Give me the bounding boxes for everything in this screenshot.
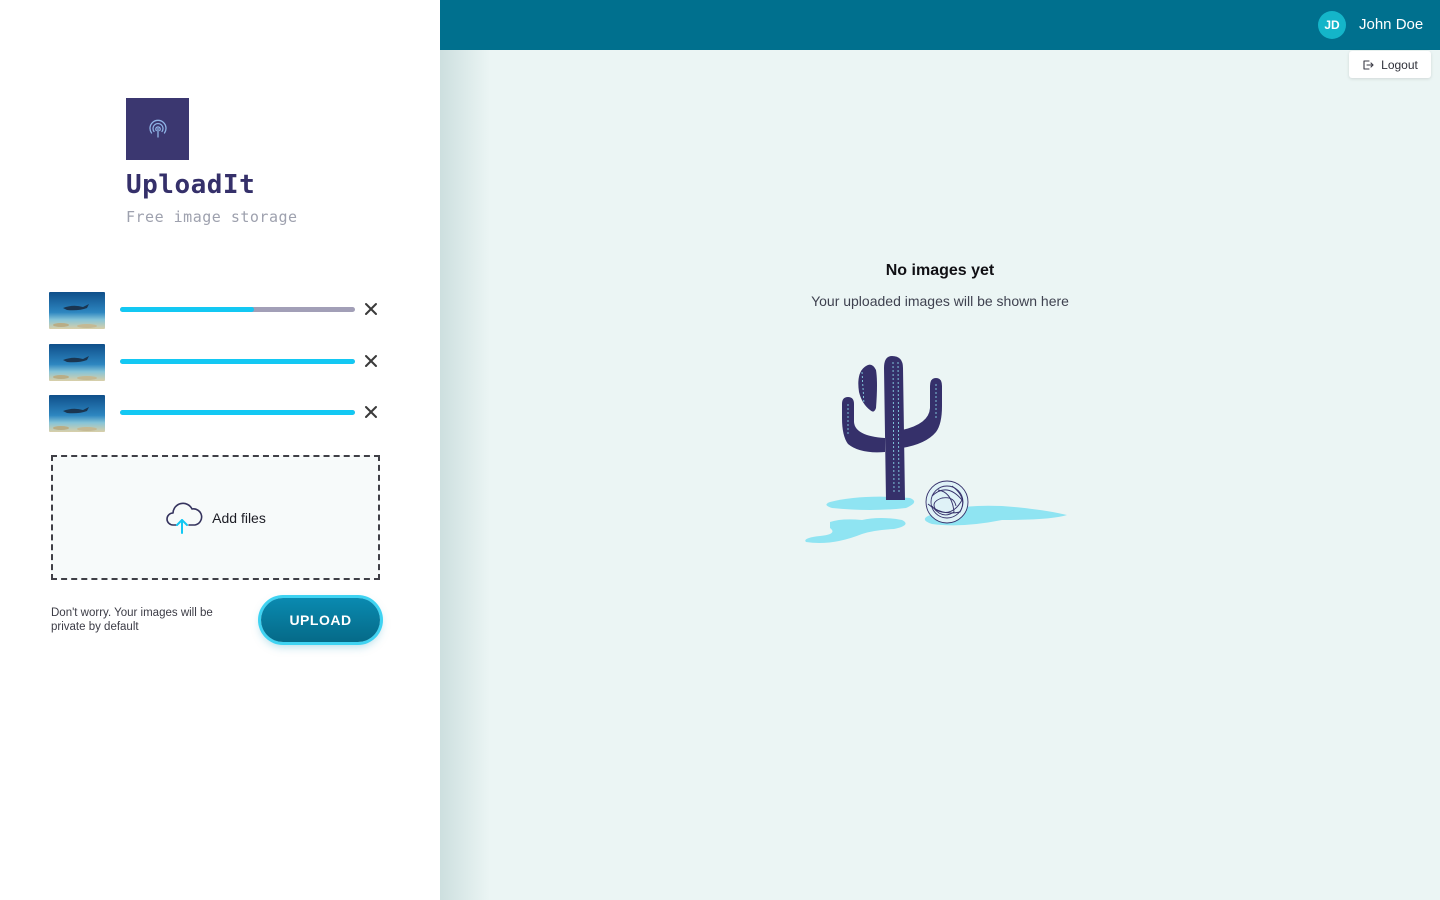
app-logo <box>126 98 189 160</box>
fingerprint-icon <box>148 119 167 138</box>
avatar[interactable]: JD <box>1318 11 1346 39</box>
logout-label: Logout <box>1381 57 1418 72</box>
file-dropzone[interactable]: Add files <box>51 455 380 580</box>
remove-upload-button[interactable] <box>362 352 380 370</box>
image-thumbnail <box>49 344 105 381</box>
remove-upload-button[interactable] <box>362 403 380 421</box>
upload-item <box>49 344 384 381</box>
upload-sidebar: UploadIt Free image storage Add files Do… <box>0 0 440 900</box>
upload-progress-bar <box>120 307 355 312</box>
empty-state-subtitle: Your uploaded images will be shown here <box>811 293 1069 309</box>
panel-shadow <box>440 50 490 900</box>
cactus-illustration <box>805 356 1067 543</box>
upload-progress-fill <box>120 410 355 415</box>
app-name: UploadIt <box>126 170 256 200</box>
empty-state-title: No images yet <box>885 262 995 279</box>
upload-progress-fill <box>120 359 355 364</box>
upload-button[interactable]: UPLOAD <box>261 598 380 642</box>
image-thumbnail <box>49 292 105 329</box>
top-bar: JD John Doe <box>440 0 1440 50</box>
close-icon <box>365 406 377 418</box>
user-name[interactable]: John Doe <box>1359 16 1423 33</box>
upload-progress-bar <box>120 410 355 415</box>
remove-upload-button[interactable] <box>362 300 380 318</box>
upload-progress-fill <box>120 307 254 312</box>
upload-item <box>49 395 384 432</box>
upload-progress-bar <box>120 359 355 364</box>
image-thumbnail <box>49 395 105 432</box>
gallery-area: JD John Doe Logout No images yet Your up… <box>440 0 1440 900</box>
tumbleweed <box>925 480 969 524</box>
upload-item <box>49 292 384 329</box>
cloud-upload-icon <box>166 502 203 534</box>
app-tagline: Free image storage <box>126 208 298 226</box>
privacy-note: Don't worry. Your images will be private… <box>51 607 213 633</box>
close-icon <box>365 303 377 315</box>
close-icon <box>365 355 377 367</box>
dropzone-label: Add files <box>212 509 266 526</box>
logout-button[interactable]: Logout <box>1349 51 1431 78</box>
logout-icon <box>1363 59 1374 70</box>
